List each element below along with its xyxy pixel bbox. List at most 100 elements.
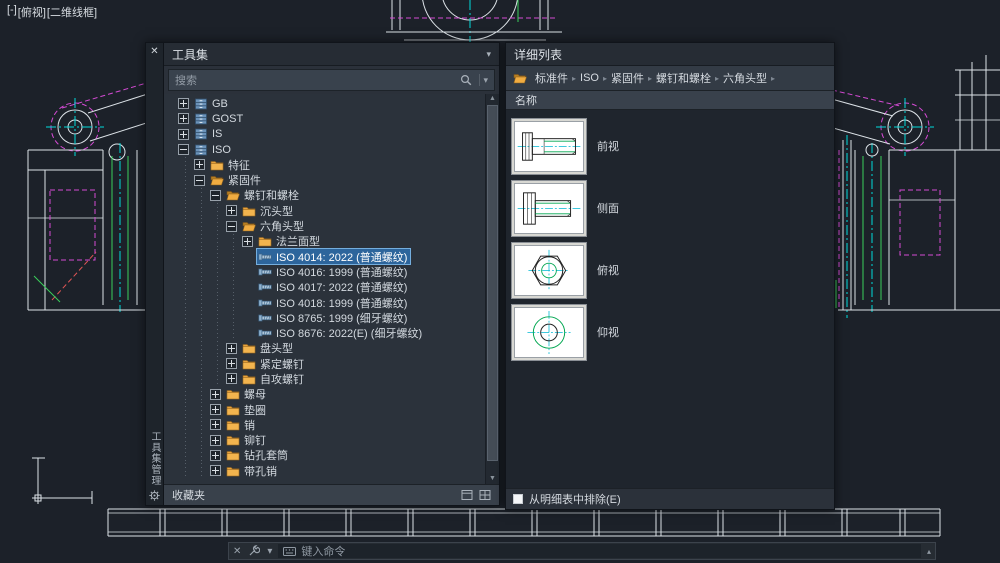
favorites-bar[interactable]: 收藏夹: [164, 484, 499, 505]
command-input[interactable]: 键入命令: [278, 544, 921, 558]
tree-toggle[interactable]: [178, 113, 189, 124]
search-options-chevron-icon[interactable]: ▾: [483, 75, 488, 86]
tree-node[interactable]: 垫圈: [225, 402, 269, 417]
breadcrumb-item[interactable]: 六角头型: [720, 70, 770, 86]
tree-item[interactable]: 螺母: [178, 387, 485, 402]
view-control-button[interactable]: [俯视]: [18, 4, 46, 20]
tree-item[interactable]: 销: [178, 417, 485, 432]
gear-icon[interactable]: [149, 490, 160, 501]
tree-node[interactable]: ISO 8676: 2022(E) (细牙螺纹): [257, 325, 425, 340]
breadcrumb-item[interactable]: 紧固件: [608, 70, 647, 86]
tree-toggle[interactable]: [194, 159, 205, 170]
tree-item[interactable]: ISO 8765: 1999 (细牙螺纹): [178, 310, 485, 325]
tree-node[interactable]: GOST: [193, 111, 246, 126]
tree-node[interactable]: IS: [193, 127, 225, 142]
tree-node[interactable]: 紧固件: [209, 172, 264, 187]
history-scroll-icon[interactable]: ▴: [923, 547, 935, 556]
tree-item[interactable]: 螺钉和螺栓: [178, 188, 485, 203]
tree-toggle[interactable]: [210, 404, 221, 415]
tree-node[interactable]: ISO 4014: 2022 (普通螺纹): [257, 249, 410, 264]
tree-node[interactable]: 紧定螺钉: [241, 356, 307, 371]
tree-item[interactable]: 铆钉: [178, 433, 485, 448]
tree-item[interactable]: IS: [178, 127, 485, 142]
tree-toggle[interactable]: [210, 419, 221, 430]
tree-toggle[interactable]: [226, 205, 237, 216]
detail-row[interactable]: 前视: [511, 115, 834, 177]
scrollbar-thumb[interactable]: [487, 105, 498, 461]
tree-scrollbar[interactable]: ▲ ▼: [485, 94, 499, 484]
tree-item[interactable]: ISO 4014: 2022 (普通螺纹): [178, 249, 485, 264]
tree-node[interactable]: 销: [225, 417, 258, 432]
tree-item[interactable]: ISO 8676: 2022(E) (细牙螺纹): [178, 325, 485, 340]
breadcrumb-item[interactable]: ISO: [577, 72, 602, 84]
name-column-header[interactable]: 名称: [506, 91, 834, 110]
tree-node[interactable]: ISO 4018: 1999 (普通螺纹): [257, 295, 410, 310]
tree-toggle[interactable]: [210, 450, 221, 461]
grid-view-icon[interactable]: [479, 489, 491, 501]
tree-node[interactable]: GB: [193, 96, 231, 111]
tree-toggle[interactable]: [178, 129, 189, 140]
search-input[interactable]: 搜索 ▾: [168, 69, 495, 91]
tree-item[interactable]: 带孔销: [178, 463, 485, 478]
tree-node[interactable]: ISO 8765: 1999 (细牙螺纹): [257, 310, 410, 325]
panel-view-icon[interactable]: [461, 489, 473, 501]
tree-node[interactable]: 沉头型: [241, 203, 296, 218]
scroll-down-icon[interactable]: ▼: [489, 475, 496, 483]
tree-item[interactable]: 盘头型: [178, 341, 485, 356]
tree-node[interactable]: 法兰面型: [257, 234, 323, 249]
detail-row[interactable]: 仰视: [511, 301, 834, 363]
search-icon[interactable]: [460, 74, 472, 86]
tree-node[interactable]: 盘头型: [241, 341, 296, 356]
tree-item[interactable]: GB: [178, 96, 485, 111]
chevron-down-icon[interactable]: ▾: [263, 546, 276, 557]
tree-node[interactable]: 自攻螺钉: [241, 371, 307, 386]
tree-node[interactable]: 特征: [209, 157, 253, 172]
tree-item[interactable]: GOST: [178, 111, 485, 126]
tree-item[interactable]: ISO 4016: 1999 (普通螺纹): [178, 264, 485, 279]
tree-item[interactable]: 紧定螺钉: [178, 356, 485, 371]
tree-toggle[interactable]: [226, 221, 237, 232]
tree-item[interactable]: 钻孔套筒: [178, 448, 485, 463]
tree-toggle[interactable]: [210, 389, 221, 400]
tree-item[interactable]: 垫圈: [178, 402, 485, 417]
tree-toggle[interactable]: [210, 190, 221, 201]
close-icon[interactable]: ✕: [229, 546, 245, 557]
tree-item[interactable]: 法兰面型: [178, 234, 485, 249]
tree-node[interactable]: 螺母: [225, 387, 269, 402]
wrench-icon[interactable]: [248, 545, 260, 557]
tree-item[interactable]: ISO 4017: 2022 (普通螺纹): [178, 280, 485, 295]
exclude-checkbox[interactable]: [513, 494, 523, 504]
tree-toggle[interactable]: [226, 343, 237, 354]
tree-node[interactable]: 钻孔套筒: [225, 448, 291, 463]
tree-item[interactable]: ISO 4018: 1999 (普通螺纹): [178, 295, 485, 310]
tree-toggle[interactable]: [194, 175, 205, 186]
tree-node[interactable]: ISO 4017: 2022 (普通螺纹): [257, 280, 410, 295]
tree-node[interactable]: 铆钉: [225, 433, 269, 448]
visual-style-button[interactable]: [二维线框]: [47, 4, 97, 20]
tree-item[interactable]: 沉头型: [178, 203, 485, 218]
tree-node[interactable]: ISO: [193, 142, 234, 157]
tree-node[interactable]: 六角头型: [241, 218, 307, 233]
tree-node[interactable]: 带孔销: [225, 463, 280, 478]
tree-item[interactable]: 紧固件: [178, 172, 485, 187]
close-icon[interactable]: ✕: [150, 47, 158, 57]
tree-toggle[interactable]: [226, 373, 237, 384]
breadcrumb-item[interactable]: 标准件: [532, 70, 571, 86]
tree-item[interactable]: 特征: [178, 157, 485, 172]
viewport-menu-button[interactable]: [-]: [7, 4, 17, 20]
detail-row[interactable]: 俯视: [511, 239, 834, 301]
breadcrumb-item[interactable]: 螺钉和螺栓: [653, 70, 714, 86]
tree-toggle[interactable]: [226, 358, 237, 369]
tree-node[interactable]: ISO 4016: 1999 (普通螺纹): [257, 264, 410, 279]
scroll-up-icon[interactable]: ▲: [489, 95, 496, 103]
tree-toggle[interactable]: [178, 98, 189, 109]
detail-row[interactable]: 侧面: [511, 177, 834, 239]
tree-toggle[interactable]: [178, 144, 189, 155]
tree-item[interactable]: 六角头型: [178, 218, 485, 233]
tree-item[interactable]: ISO: [178, 142, 485, 157]
tree-toggle[interactable]: [210, 435, 221, 446]
chevron-down-icon[interactable]: ▾: [486, 49, 491, 60]
tree-toggle[interactable]: [210, 465, 221, 476]
tree-item[interactable]: 自攻螺钉: [178, 371, 485, 386]
tree-node[interactable]: 螺钉和螺栓: [225, 188, 302, 203]
